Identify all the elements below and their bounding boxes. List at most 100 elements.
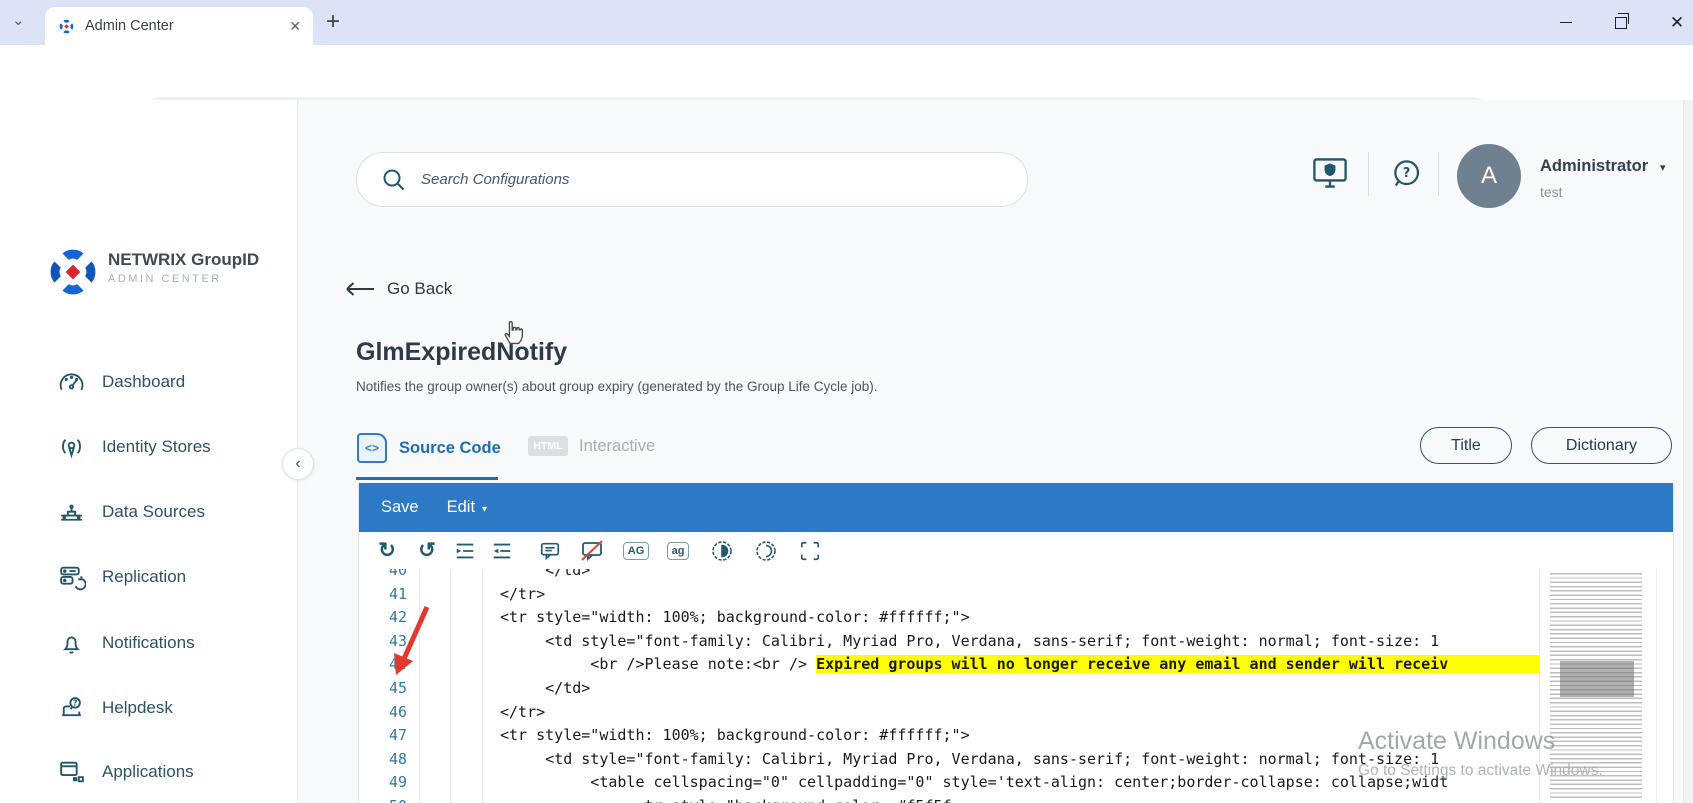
window-restore-button[interactable]	[1598, 0, 1644, 45]
chevron-down-icon[interactable]: ▾	[1660, 161, 1666, 174]
tab-favicon	[58, 18, 75, 35]
applications-icon	[60, 761, 84, 782]
search-icon	[383, 169, 405, 190]
go-back-button[interactable]: Go Back	[345, 279, 452, 299]
sidebar-item-applications[interactable]: Applications	[0, 750, 297, 794]
comment-icon[interactable]	[534, 537, 566, 565]
window-close-button[interactable]: ✕	[1654, 0, 1693, 45]
undo-icon[interactable]: ↺	[411, 537, 443, 565]
code-text: </tr>	[500, 702, 546, 721]
brand-name: NETWRIX GroupID	[108, 250, 260, 269]
tab-interactive[interactable]: HTML Interactive	[528, 436, 655, 456]
code-line: 42 <tr style="width: 100%; background-col…	[359, 605, 1673, 629]
code-text-plain: <br />Please note:<br />	[500, 655, 817, 674]
line-number: 46	[388, 702, 407, 721]
sidebar-item-data-sources[interactable]: Data Sources	[0, 490, 297, 534]
search-input[interactable]: Search Configurations	[356, 152, 1028, 207]
monitor-shield-icon[interactable]	[1311, 155, 1349, 191]
back-arrow-icon	[346, 282, 374, 296]
window-minimize-button[interactable]	[1543, 0, 1589, 45]
code-text: <tr style="width: 100%; background-color…	[500, 726, 970, 745]
save-button[interactable]: Save	[367, 492, 433, 523]
sidebar-item-helpdesk[interactable]: ? Helpdesk	[0, 686, 297, 730]
brand-subtitle: ADMIN CENTER	[108, 273, 222, 285]
tab-search-icon[interactable]: ⌄	[12, 11, 25, 29]
topbar-divider	[1438, 152, 1439, 196]
activate-windows-watermark-sub: Go to Settings to activate Windows.	[1358, 762, 1603, 779]
line-number: 47	[388, 726, 407, 745]
editor-scrollbar[interactable]	[1656, 569, 1673, 803]
search-placeholder: Search Configurations	[421, 171, 570, 188]
redo-icon[interactable]: ↻	[371, 537, 403, 565]
identity-stores-icon	[62, 438, 81, 458]
dashboard-icon	[59, 372, 84, 390]
code-text: <tr style="width: 100%; background-color…	[500, 608, 970, 627]
tab-source-code-label: Source Code	[399, 438, 501, 457]
outdent-icon[interactable]	[486, 537, 518, 565]
sidebar-item-replication[interactable]: Replication	[0, 555, 297, 599]
sidebar-item-label: Replication	[102, 567, 187, 586]
uncomment-icon[interactable]	[576, 537, 608, 565]
page-scrollbar[interactable]	[1683, 100, 1693, 803]
lowercase-icon[interactable]: ag	[662, 537, 694, 565]
sidebar-item-label: Identity Stores	[102, 437, 211, 456]
title-button[interactable]: Title	[1420, 427, 1512, 464]
svg-text:?: ?	[73, 698, 78, 707]
user-name[interactable]: Administrator	[1540, 157, 1648, 176]
lowercase-label: ag	[666, 541, 690, 560]
source-code-icon: <>	[357, 433, 387, 463]
dictionary-button[interactable]: Dictionary	[1531, 427, 1672, 464]
sidebar-item-label: Applications	[102, 762, 194, 781]
screen: ⌄ Admin Center ✕ + ✕ ← → ↻ ✕	[0, 0, 1693, 803]
browser-toolbar: ← → ↻ ✕ Not secure https ://11clus-1/Adm…	[0, 45, 1693, 138]
code-text: <td style="font-family: Calibri, Myriad …	[500, 749, 1440, 768]
edit-menu-button[interactable]: Edit ▾	[433, 492, 501, 523]
line-number: 50	[359, 794, 407, 803]
new-tab-button[interactable]: +	[326, 8, 340, 36]
notifications-bell-icon	[63, 636, 80, 654]
chevron-down-icon: ▾	[482, 504, 488, 515]
tab-close-icon[interactable]: ✕	[289, 18, 301, 35]
code-text: </tr>	[500, 584, 546, 603]
red-arrow-annotation	[394, 605, 430, 675]
sidebar-item-dashboard[interactable]: Dashboard	[0, 360, 297, 404]
line-number: 48	[388, 749, 407, 768]
active-tab-indicator	[356, 477, 498, 480]
code-line: 44 <br />Please note:<br /> Expired grou…	[359, 652, 1673, 676]
minimize-icon	[1560, 22, 1572, 23]
activate-windows-watermark: Activate Windows	[1358, 727, 1556, 755]
contrast-outline-icon[interactable]	[750, 537, 782, 565]
user-identity-store: test	[1540, 184, 1563, 200]
code-text: <td style="font-family: Calibri, Myriad …	[500, 631, 1440, 650]
code-line: 40 </td>	[359, 569, 1673, 582]
sidebar-collapse-button[interactable]: ‹	[282, 448, 314, 480]
indent-icon[interactable]	[449, 537, 481, 565]
line-number: 49	[388, 773, 407, 792]
sidebar-item-identity-stores[interactable]: Identity Stores	[0, 425, 297, 469]
selection-icon[interactable]	[794, 537, 826, 565]
page-title: GlmExpiredNotify	[356, 338, 568, 366]
mouse-cursor-icon	[500, 316, 528, 348]
topbar-divider	[1368, 152, 1369, 196]
tab-source-code[interactable]: <> Source Code	[357, 433, 501, 463]
help-chat-icon[interactable]: ?	[1388, 156, 1424, 192]
code-line: 43 <td style="font-family: Calibri, Myri…	[359, 629, 1673, 653]
contrast-filled-icon[interactable]	[706, 537, 738, 565]
editor-toolbar: ↻ ↺ AG ag	[359, 532, 1673, 570]
html-badge-icon: HTML	[528, 436, 568, 456]
browser-tab-strip: ⌄ Admin Center ✕ + ✕	[0, 0, 1693, 45]
line-number: 40	[388, 569, 407, 579]
browser-tab[interactable]: Admin Center ✕	[45, 7, 313, 45]
sidebar-item-label: Notifications	[102, 633, 195, 652]
data-sources-icon	[61, 504, 82, 521]
sidebar-item-notifications[interactable]: Notifications	[0, 621, 297, 665]
editor-menubar: Save Edit ▾	[359, 483, 1673, 532]
sidebar: NETWRIX GroupID ADMIN CENTER Dashboard I…	[0, 100, 298, 803]
netwrix-logo-icon	[45, 244, 101, 300]
edit-menu-label: Edit	[446, 498, 476, 516]
replication-icon	[60, 566, 86, 590]
uppercase-icon[interactable]: AG	[620, 537, 652, 565]
user-avatar[interactable]: A	[1457, 144, 1521, 208]
code-line: 41 </tr>	[359, 582, 1673, 606]
code-text: </td>	[500, 679, 591, 697]
